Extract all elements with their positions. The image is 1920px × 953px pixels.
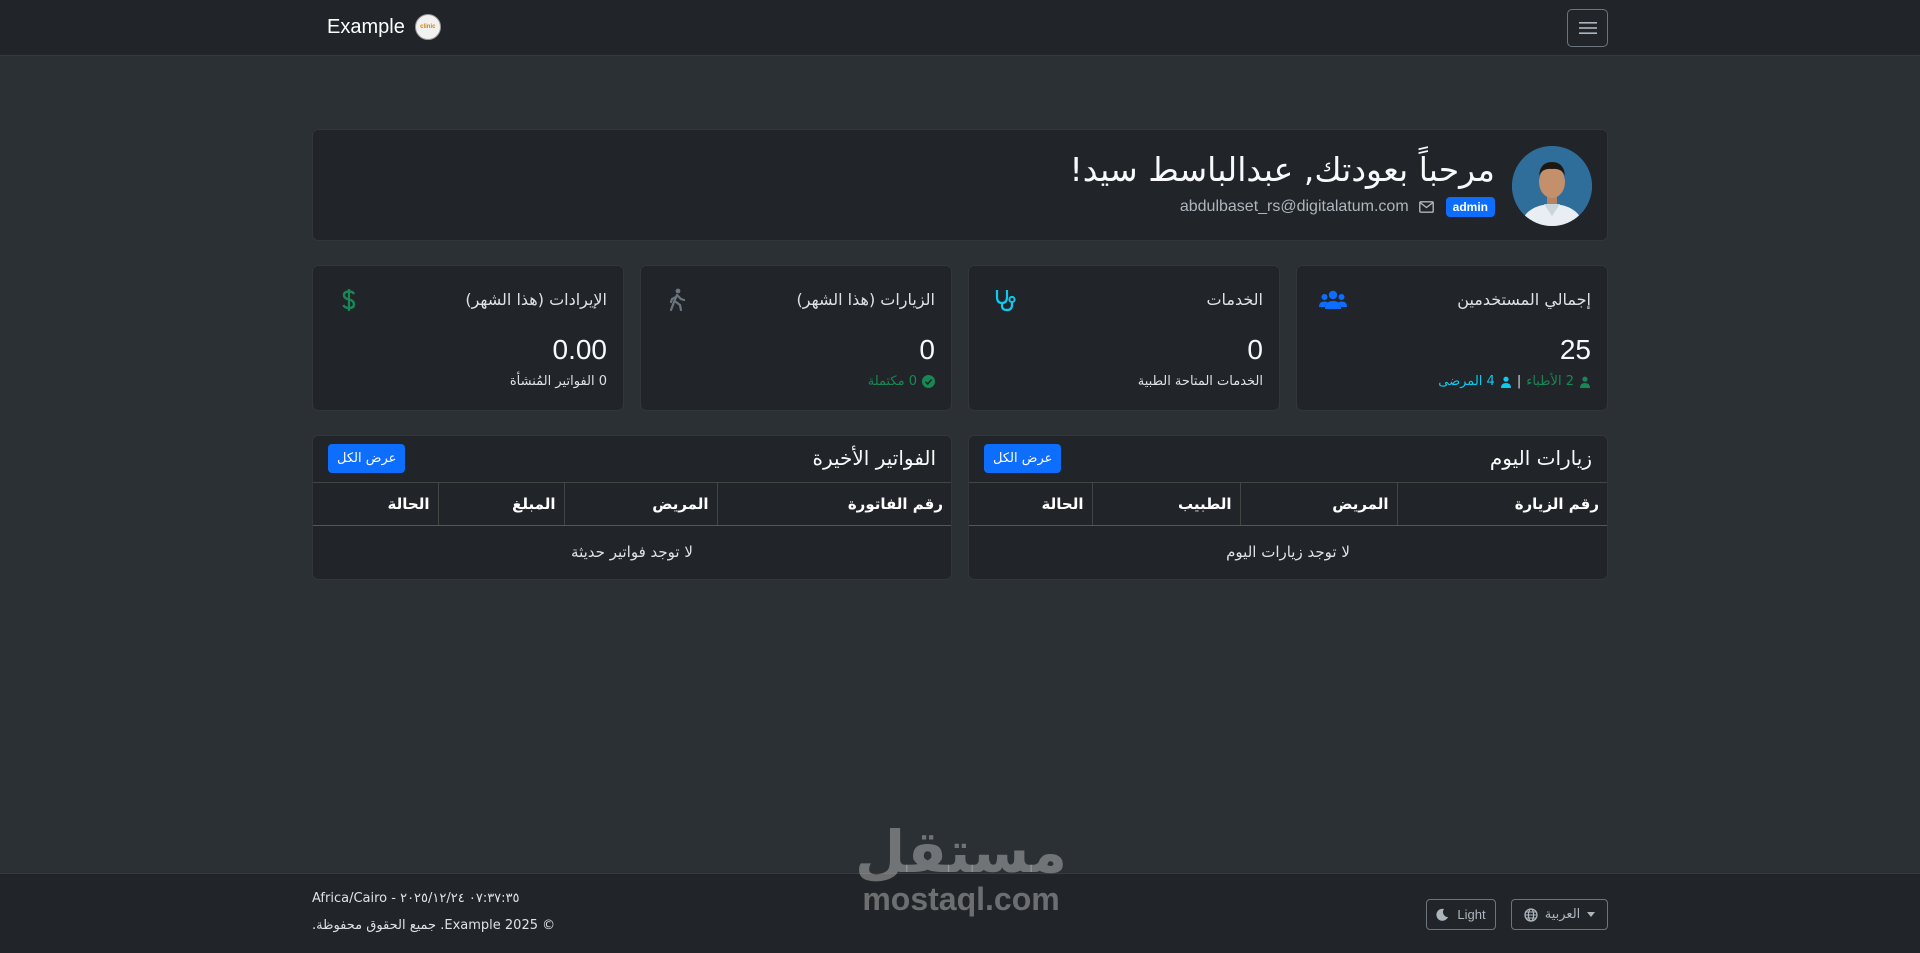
stat-card-users: إجمالي المستخدمين 25 2 الأطباء | 4 المرض… — [1296, 265, 1608, 411]
brand-logo: clinic — [414, 14, 441, 40]
recent-invoices-panel: الفواتير الأخيرة عرض الكل رقم الفاتورة ا… — [312, 435, 952, 580]
table-row: لا توجد زيارات اليوم — [969, 525, 1607, 578]
user-meta: admin abdulbaset_rs@digitalatum.com — [1180, 197, 1495, 217]
walking-icon — [663, 286, 691, 314]
theme-label: Light — [1457, 907, 1486, 922]
language-dropdown[interactable]: العربية — [1511, 899, 1608, 930]
stat-sub-users: 2 الأطباء | 4 المرضى — [1438, 374, 1591, 389]
doctor-icon — [1580, 376, 1590, 388]
today-visits-table: رقم الزيارة المريض الطبيب الحالة لا توجد… — [969, 483, 1607, 578]
welcome-title: مرحباً بعودتك, عبدالباسط سيد! — [1069, 150, 1495, 189]
globe-icon — [1524, 907, 1538, 922]
stats-separator: | — [1516, 374, 1522, 389]
moon-icon — [1436, 908, 1449, 921]
hamburger-icon — [1578, 22, 1597, 34]
users-icon — [1319, 286, 1347, 314]
column-header[interactable]: الحالة — [969, 483, 1092, 526]
role-badge: admin — [1445, 197, 1495, 217]
stat-title-revenue: الإيرادات (هذا الشهر) — [465, 290, 607, 309]
stat-card-services: الخدمات 0 الخدمات المتاحة الطبية — [968, 265, 1280, 411]
recent-invoices-table: رقم الفاتورة المريض المبلغ الحالة لا توج… — [313, 483, 951, 578]
user-email: abdulbaset_rs@digitalatum.com — [1179, 198, 1409, 215]
language-label: العربية — [1544, 907, 1581, 922]
watermark-arabic: مستقل — [854, 818, 1068, 886]
recent-invoices-view-all-button[interactable]: عرض الكل — [328, 444, 406, 473]
stat-card-revenue: الإيرادات (هذا الشهر) 0.00 0 الفواتير ال… — [312, 265, 624, 411]
brand-link[interactable]: Example clinic — [327, 14, 441, 40]
stat-title-visits: الزيارات (هذا الشهر) — [796, 290, 935, 309]
table-header-row: رقم الفاتورة المريض المبلغ الحالة — [313, 483, 951, 526]
column-header[interactable]: الحالة — [313, 483, 438, 526]
empty-message: لا توجد فواتير حديثة — [571, 542, 693, 561]
column-header[interactable]: رقم الزيارة — [1396, 483, 1607, 526]
stat-value-services: 0 — [1247, 334, 1263, 365]
empty-message: لا توجد زيارات اليوم — [1226, 542, 1350, 561]
welcome-card: مرحباً بعودتك, عبدالباسط سيد! admin abdu… — [312, 129, 1608, 241]
footer-copyright: © Example 2025. جميع الحقوق محفوظة. — [312, 918, 556, 933]
patient-icon — [1500, 376, 1511, 388]
completed-visits: 0 مكتملة — [867, 374, 917, 389]
user-email-row: abdulbaset_rs@digitalatum.com — [1180, 198, 1434, 216]
stat-title-users: إجمالي المستخدمين — [1457, 290, 1591, 309]
column-header[interactable]: رقم الفاتورة — [716, 483, 951, 526]
today-visits-title: زيارات اليوم — [1489, 446, 1592, 470]
today-visits-header: زيارات اليوم عرض الكل — [969, 436, 1607, 483]
column-header[interactable]: المريض — [563, 483, 717, 526]
patients-count: 4 المرضى — [1438, 374, 1495, 389]
table-header-row: رقم الزيارة المريض الطبيب الحالة — [969, 483, 1607, 526]
column-header[interactable]: المبلغ — [437, 483, 564, 526]
recent-invoices-title: الفواتير الأخيرة — [812, 446, 936, 470]
today-visits-panel: زيارات اليوم عرض الكل رقم الزيارة المريض… — [968, 435, 1608, 580]
column-header[interactable]: الطبيب — [1091, 483, 1240, 526]
stat-value-revenue: 0.00 — [552, 334, 608, 365]
watermark-logo: مستقل mostaql.com — [845, 823, 1077, 915]
recent-invoices-header: الفواتير الأخيرة عرض الكل — [313, 436, 951, 483]
caret-down-icon — [1587, 912, 1596, 917]
doctors-count: 2 الأطباء — [1526, 374, 1574, 389]
stat-title-services: الخدمات — [1206, 290, 1263, 309]
stat-card-visits: الزيارات (هذا الشهر) 0 0 مكتملة — [640, 265, 952, 411]
brand-name: Example — [327, 15, 405, 38]
today-visits-view-all-button[interactable]: عرض الكل — [984, 444, 1062, 473]
table-row: لا توجد فواتير حديثة — [313, 525, 951, 578]
stat-sub-services: الخدمات المتاحة الطبية — [1137, 374, 1263, 389]
user-avatar — [1512, 146, 1592, 226]
top-navbar: Example clinic — [0, 0, 1920, 56]
watermark-latin: mostaql.com — [862, 881, 1060, 917]
theme-toggle-button[interactable]: Light — [1426, 899, 1496, 930]
stat-sub-visits: 0 مكتملة — [868, 374, 935, 389]
dollar-icon — [335, 286, 363, 314]
stat-value-visits: 0 — [919, 334, 935, 365]
check-circle-icon — [922, 375, 935, 388]
menu-toggle-button[interactable] — [1567, 9, 1608, 47]
stat-value-users: 25 — [1559, 334, 1591, 365]
stat-sub-revenue: 0 الفواتير المُنشأة — [509, 374, 607, 389]
column-header[interactable]: المريض — [1239, 483, 1397, 526]
footer-datetime: Africa/Cairo - ٠٧:٣٧:٣٥ ٢٠٢٥/١٢/٢٤ — [312, 891, 520, 906]
envelope-icon — [1418, 201, 1434, 213]
stethoscope-icon — [991, 286, 1019, 314]
